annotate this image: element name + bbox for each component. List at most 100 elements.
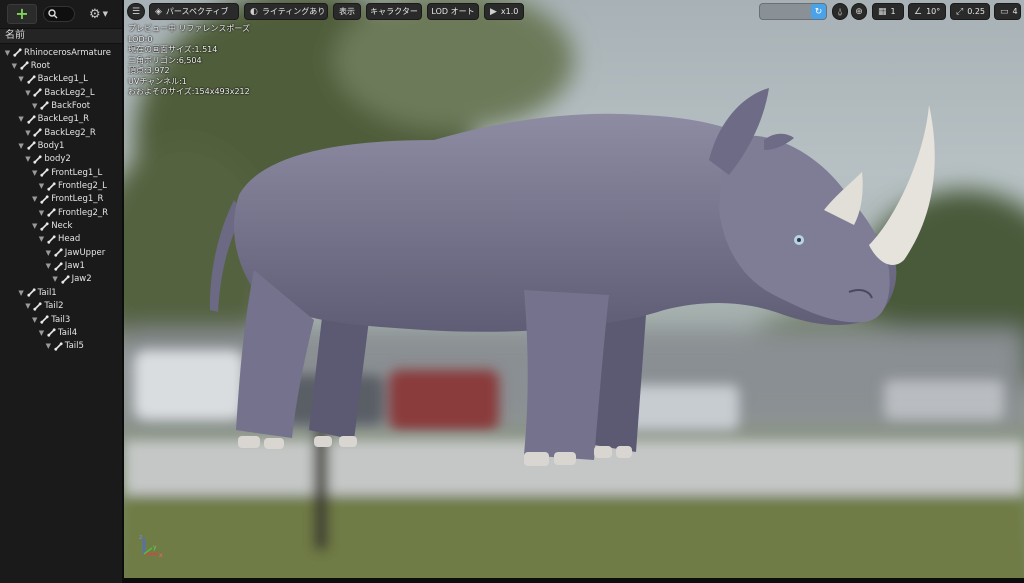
search-icon [48, 9, 58, 19]
bone-tree-item[interactable]: ▼ Root [0, 59, 50, 72]
expand-caret-icon[interactable]: ▼ [18, 115, 25, 123]
bone-tree-item[interactable]: ▼ Tail5 [0, 340, 84, 353]
play-icon: ▶ [490, 6, 497, 17]
bone-tree-item[interactable]: ▼ Head [0, 233, 80, 246]
expand-caret-icon[interactable]: ▼ [4, 49, 11, 57]
viewport-menu-button[interactable]: ☰ [127, 3, 145, 20]
show-label: 表示 [339, 7, 355, 16]
stat-line: 三角ポリゴン:6,504 [128, 55, 202, 65]
viewport-stats: プレビュー中 リファレンスポーズ LOD:0 現在の画面サイズ:1.514 三角… [128, 24, 250, 98]
bone-icon [20, 61, 29, 70]
coordinate-system-button[interactable]: ⊕ [851, 3, 867, 20]
grid-snap-button[interactable]: ▦ 1 [872, 3, 904, 20]
bone-icon [26, 115, 36, 124]
bone-label: RhinocerosArmature [24, 47, 111, 58]
expand-caret-icon[interactable]: ▼ [38, 235, 45, 243]
bone-tree-item[interactable]: ▼ Jaw1 [0, 260, 85, 273]
bone-tree-item[interactable]: ▼ Jaw2 [0, 273, 91, 286]
stat-line: プレビュー中 リファレンスポーズ [128, 24, 250, 33]
show-button[interactable]: 表示 [333, 3, 361, 20]
play-speed-button[interactable]: ▶ x1.0 [484, 3, 524, 20]
bone-tree-item[interactable]: ▼ Body1 [0, 139, 64, 152]
bone-tree-item[interactable]: ▼ Tail3 [0, 313, 70, 326]
expand-caret-icon[interactable]: ▼ [24, 302, 31, 310]
scale-icon: ⤢ [956, 6, 964, 17]
bone-label: body2 [44, 154, 71, 165]
bone-tree-item[interactable]: ▼ Frontleg2_R [0, 206, 108, 219]
camera-speed-button[interactable]: ▭ 4 [994, 3, 1021, 20]
bone-label: Root [30, 60, 51, 71]
expand-caret-icon[interactable]: ▼ [11, 62, 18, 70]
expand-caret-icon[interactable]: ▼ [18, 75, 25, 83]
bone-tree-item[interactable]: ▼ Tail4 [0, 326, 77, 339]
search-button[interactable] [43, 6, 75, 22]
preview-viewport[interactable]: ☰ ◈ パースペクティブ ◐ ライティングあり 表示 キャラクター LOD オー… [124, 0, 1024, 578]
bone-tree-item[interactable]: ▼ JawUpper [0, 246, 106, 259]
expand-caret-icon[interactable]: ▼ [24, 155, 31, 163]
expand-caret-icon[interactable]: ▼ [45, 342, 52, 350]
bone-label: Jaw1 [64, 261, 85, 272]
expand-caret-icon[interactable]: ▼ [45, 249, 52, 257]
expand-caret-icon[interactable]: ▼ [45, 262, 52, 270]
chevron-down-icon: ▼ [102, 10, 109, 18]
expand-caret-icon[interactable]: ▼ [38, 209, 45, 217]
expand-caret-icon[interactable]: ▼ [52, 275, 59, 283]
scale-snap-button[interactable]: ⤢ 0.25 [950, 3, 990, 20]
bone-label: FrontLeg1_R [51, 194, 104, 205]
bone-label: BackLeg2_L [44, 87, 95, 98]
expand-caret-icon[interactable]: ▼ [38, 182, 45, 190]
viewport-bottom-bar [124, 578, 1024, 583]
bone-tree-item[interactable]: ▼ body2 [0, 153, 71, 166]
grid-snap-value: 1 [890, 7, 896, 16]
bone-label: Tail2 [44, 301, 64, 312]
lod-button[interactable]: LOD オート [427, 3, 479, 20]
bone-tree-item[interactable]: ▼ Tail2 [0, 300, 64, 313]
bone-icon [40, 315, 49, 324]
expand-caret-icon[interactable]: ▼ [18, 289, 25, 297]
axis-gizmo: z x y [139, 534, 163, 559]
bone-tree-item[interactable]: ▼ Tail1 [0, 286, 57, 299]
bone-tree-item[interactable]: ▼ BackLeg2_L [0, 86, 95, 99]
stat-line: LOD:0 [128, 34, 153, 44]
bone-label: BackLeg1_L [37, 74, 88, 85]
expand-caret-icon[interactable]: ▼ [38, 329, 45, 337]
globe-icon: ⊕ [855, 6, 863, 17]
bone-tree-item[interactable]: ▼ BackLeg1_R [0, 113, 89, 126]
bone-label: Tail4 [58, 327, 78, 338]
bone-tree-item[interactable]: ▼ BackLeg1_L [0, 73, 88, 86]
expand-caret-icon[interactable]: ▼ [24, 89, 31, 97]
bone-tree-item[interactable]: ▼ FrontLeg1_R [0, 193, 103, 206]
expand-caret-icon[interactable]: ▼ [24, 129, 31, 137]
bone-tree-item[interactable]: ▼ Frontleg2_L [0, 180, 107, 193]
bone-tree-item[interactable]: ▼ BackLeg2_R [0, 126, 96, 139]
expand-caret-icon[interactable]: ▼ [18, 142, 25, 150]
bone-label: BackLeg1_R [37, 114, 90, 125]
lighting-button[interactable]: ◐ ライティングあり [244, 3, 328, 20]
bone-tree-item[interactable]: ▼ RhinocerosArmature [0, 46, 111, 59]
transform-mode-group: ↻ [759, 3, 827, 20]
perspective-button[interactable]: ◈ パースペクティブ [149, 3, 239, 20]
surface-snap-button[interactable]: ⍙ [832, 3, 848, 20]
expand-caret-icon[interactable]: ▼ [31, 195, 38, 203]
bone-tree-item[interactable]: ▼ BackFoot [0, 99, 90, 112]
refresh-icon[interactable]: ↻ [811, 4, 826, 19]
angle-snap-button[interactable]: ∠ 10° [908, 3, 946, 20]
expand-caret-icon[interactable]: ▼ [31, 316, 38, 324]
add-button[interactable]: + [7, 4, 37, 24]
bone-tree-item[interactable]: ▼ FrontLeg1_L [0, 166, 102, 179]
bone-tree-item[interactable]: ▼ Neck [0, 220, 72, 233]
settings-button[interactable]: ⚙ ▼ [89, 7, 108, 22]
stat-line: おおよそのサイズ:154x493x212 [128, 87, 250, 96]
character-label: キャラクター [370, 7, 418, 16]
expand-caret-icon[interactable]: ▼ [31, 222, 38, 230]
expand-caret-icon[interactable]: ▼ [31, 169, 38, 177]
bone-label: Tail1 [37, 287, 57, 298]
perspective-cube-icon: ◈ [155, 6, 162, 17]
expand-caret-icon[interactable]: ▼ [31, 102, 38, 110]
stat-line: UVチャンネル:1 [128, 76, 187, 86]
bone-icon [47, 235, 56, 244]
scale-snap-value: 0.25 [967, 7, 986, 16]
perspective-label: パースペクティブ [165, 7, 229, 16]
bone-label: Body1 [37, 140, 65, 151]
character-button[interactable]: キャラクター [366, 3, 422, 20]
